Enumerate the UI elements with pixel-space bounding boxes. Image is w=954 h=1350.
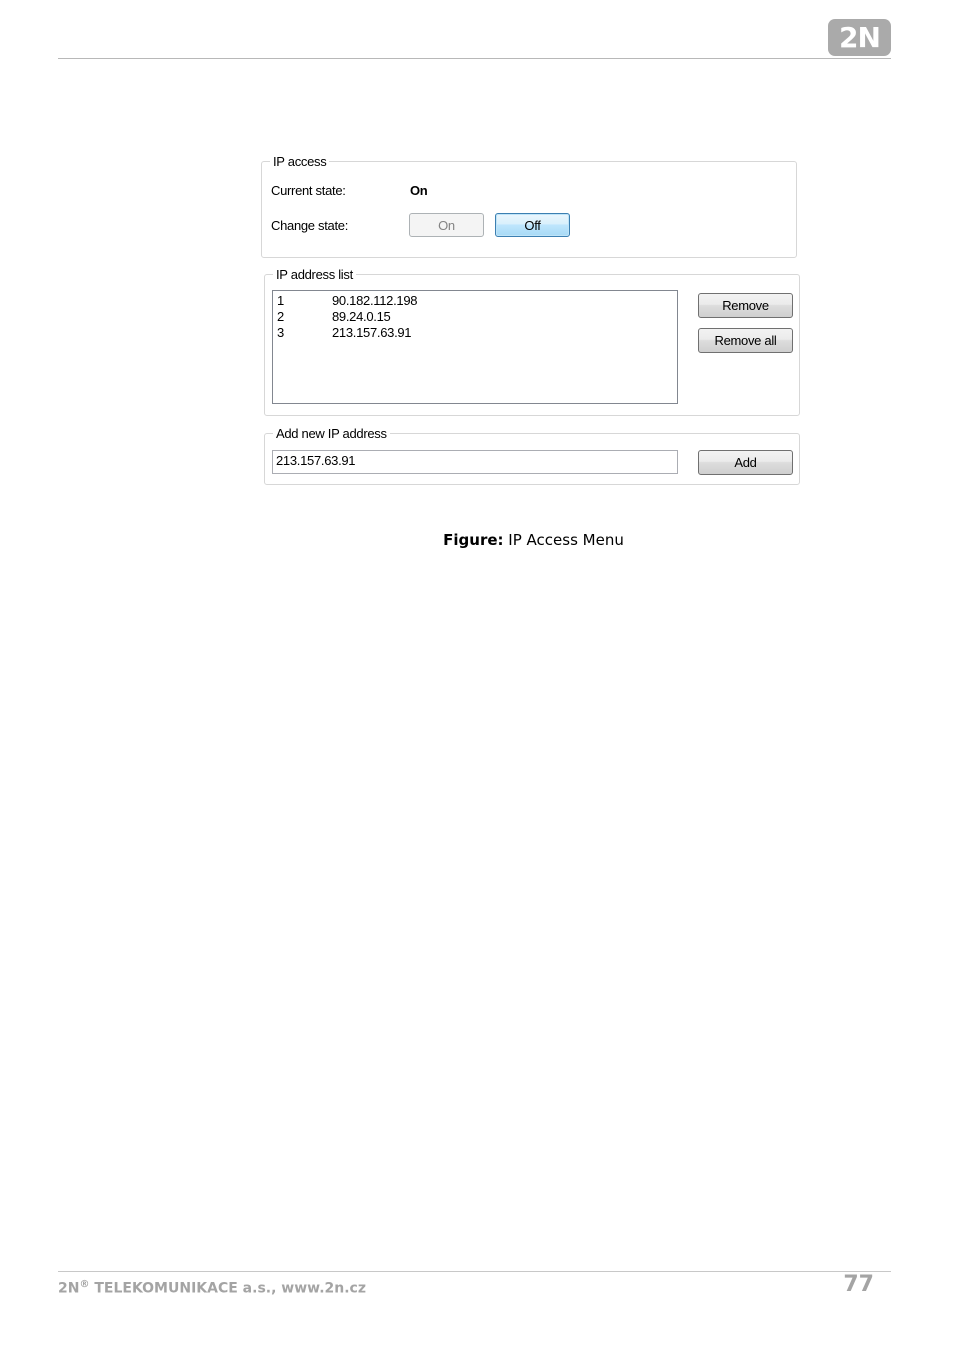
row-ip: 89.24.0.15: [332, 309, 391, 324]
registered-mark: ®: [79, 1279, 90, 1290]
list-item[interactable]: 2 89.24.0.15: [273, 309, 677, 325]
list-item[interactable]: 3 213.157.63.91: [273, 325, 677, 341]
on-button[interactable]: On: [409, 213, 484, 237]
footer-brand: 2N: [58, 1280, 80, 1297]
company-logo: 2N: [828, 19, 891, 56]
ip-address-list-group: IP address list 1 90.182.112.198 2 89.24…: [264, 267, 800, 416]
footer-company: TELEKOMUNIKACE a.s., www.2n.cz: [89, 1280, 366, 1297]
change-state-label: Change state:: [271, 218, 349, 233]
figure-caption: Figure: IP Access Menu: [0, 531, 954, 549]
current-state-label: Current state:: [271, 183, 346, 198]
new-ip-input[interactable]: 213.157.63.91: [272, 450, 678, 474]
row-ip: 213.157.63.91: [332, 325, 412, 340]
off-button[interactable]: Off: [495, 213, 570, 237]
add-ip-group: Add new IP address 213.157.63.91 Add: [264, 426, 800, 485]
caption-prefix: Figure:: [443, 531, 504, 549]
row-index: 3: [277, 325, 284, 340]
row-index: 2: [277, 309, 284, 324]
ip-address-list-title: IP address list: [273, 267, 356, 282]
row-index: 1: [277, 293, 284, 308]
add-ip-title: Add new IP address: [273, 426, 390, 441]
list-item[interactable]: 1 90.182.112.198: [273, 293, 677, 309]
remove-button[interactable]: Remove: [698, 293, 793, 318]
header-rule: [58, 58, 891, 59]
current-state-value: On: [410, 183, 428, 198]
ip-access-group: IP access Current state: On Change state…: [261, 154, 797, 258]
add-button[interactable]: Add: [698, 450, 793, 475]
ip-access-title: IP access: [270, 154, 330, 169]
remove-all-button[interactable]: Remove all: [698, 328, 793, 353]
footer: 2N® TELEKOMUNIKACE a.s., www.2n.cz: [58, 1279, 366, 1297]
row-ip: 90.182.112.198: [332, 293, 418, 308]
caption-text: IP Access Menu: [503, 531, 624, 549]
footer-rule: [58, 1271, 891, 1272]
page-number: 77: [843, 1272, 874, 1297]
ip-address-listbox[interactable]: 1 90.182.112.198 2 89.24.0.15 3 213.157.…: [272, 290, 678, 404]
